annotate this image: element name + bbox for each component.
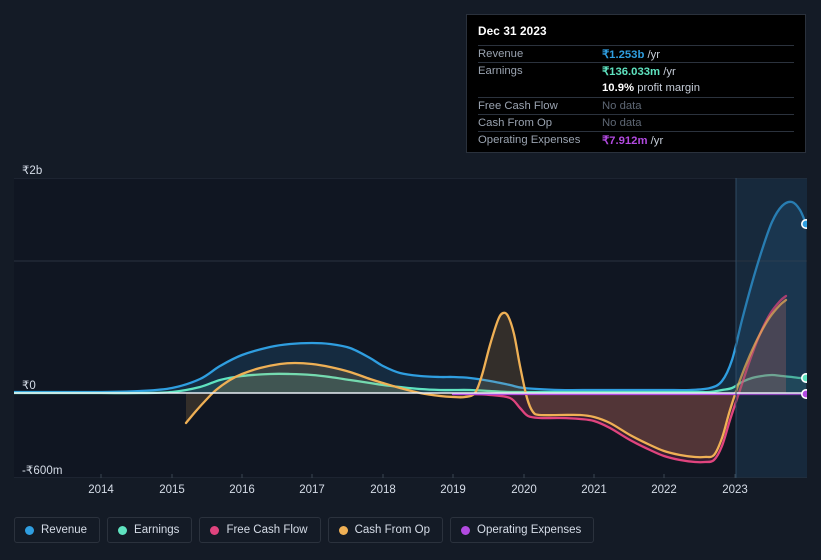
x-axis-tick-2015: 2015 [149, 484, 195, 496]
data-tooltip: Dec 31 2023 Revenue₹1.253b /yrEarnings₹1… [466, 14, 806, 153]
tooltip-row-label: Free Cash Flow [478, 100, 602, 112]
legend-color-dot [25, 526, 34, 535]
tooltip-row-value: ₹7.912m /yr [602, 134, 663, 147]
tooltip-rows: Revenue₹1.253b /yrEarnings₹136.033m /yr1… [478, 45, 794, 148]
series-cash-from-op-historical [186, 300, 786, 457]
x-axis-tick-2019: 2019 [430, 484, 476, 496]
chart-series-layer [14, 202, 806, 462]
y-axis-tick-0: ₹2b [22, 163, 42, 177]
legend-item-cash-from-op[interactable]: Cash From Op [328, 517, 443, 543]
end-marker-operating-expenses [802, 390, 807, 398]
financial-chart-widget: ₹2b ₹0 -₹600m 2014 2015 2016 2017 2018 2019 2020… [0, 0, 821, 560]
tooltip-row-value: ₹136.033m /yr [602, 65, 676, 78]
series-revenue-historical [14, 202, 806, 393]
tooltip-row-value: No data [602, 100, 642, 112]
y-axis-tick-2: ₹0 [22, 378, 36, 392]
x-axis-tick-2017: 2017 [289, 484, 335, 496]
legend-item-label: Operating Expenses [477, 524, 581, 536]
end-marker-revenue [802, 220, 807, 228]
series-line [14, 202, 806, 392]
chart-legend: Revenue Earnings Free Cash Flow Cash From O… [14, 517, 594, 543]
tooltip-row-value: ₹1.253b /yr [602, 48, 660, 61]
x-axis-tick-2022: 2022 [641, 484, 687, 496]
x-axis-tick-2021: 2021 [571, 484, 617, 496]
series-area [14, 202, 806, 393]
x-axis-tick-2014: 2014 [78, 484, 124, 496]
tooltip-row: 10.9% profit margin [478, 79, 794, 96]
tooltip-row-value: No data [602, 117, 642, 129]
tooltip-row: Earnings₹136.033m /yr [478, 62, 794, 79]
legend-item-free-cash-flow[interactable]: Free Cash Flow [199, 517, 320, 543]
legend-item-earnings[interactable]: Earnings [107, 517, 192, 543]
chart-plot-area [14, 178, 807, 478]
x-axis-tick-2016: 2016 [219, 484, 265, 496]
legend-item-label: Earnings [134, 524, 179, 536]
legend-item-label: Cash From Op [355, 524, 430, 536]
tooltip-date: Dec 31 2023 [478, 24, 794, 45]
legend-color-dot [461, 526, 470, 535]
tooltip-row-label: Revenue [478, 48, 602, 60]
series-line [14, 202, 806, 392]
legend-item-label: Free Cash Flow [226, 524, 307, 536]
x-axis-tick-2020: 2020 [501, 484, 547, 496]
legend-color-dot [118, 526, 127, 535]
legend-item-revenue[interactable]: Revenue [14, 517, 100, 543]
legend-color-dot [339, 526, 348, 535]
end-marker-earnings [802, 374, 807, 382]
tooltip-row-value: 10.9% profit margin [602, 82, 700, 94]
tooltip-row-label: Operating Expenses [478, 134, 602, 146]
tooltip-row: Operating Expenses₹7.912m /yr [478, 131, 794, 148]
y-axis-tick-3: -₹600m [22, 463, 63, 477]
tooltip-row-label: Cash From Op [478, 117, 602, 129]
series-revenue-forecast [14, 202, 806, 393]
legend-item-operating-expenses[interactable]: Operating Expenses [450, 517, 594, 543]
chart-canvas [14, 178, 807, 478]
x-axis-tick-2023: 2023 [712, 484, 758, 496]
tooltip-row-label: Earnings [478, 65, 602, 77]
x-axis-tick-2018: 2018 [360, 484, 406, 496]
tooltip-row: Revenue₹1.253b /yr [478, 45, 794, 62]
legend-color-dot [210, 526, 219, 535]
tooltip-row: Free Cash FlowNo data [478, 97, 794, 114]
series-area [14, 202, 806, 393]
tooltip-row: Cash From OpNo data [478, 114, 794, 131]
legend-item-label: Revenue [41, 524, 87, 536]
series-area [186, 300, 786, 457]
